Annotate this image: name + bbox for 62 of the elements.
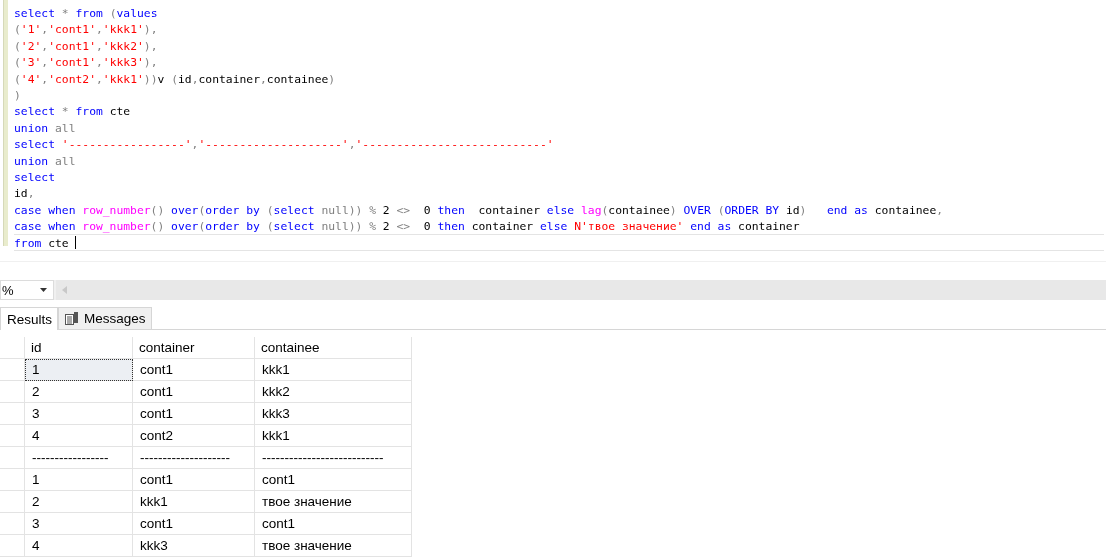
row-header[interactable] xyxy=(0,513,25,535)
code-line: union all xyxy=(14,119,76,137)
code-line: ('1','cont1','kkk1'), xyxy=(14,21,158,38)
table-cell: 1 xyxy=(25,469,133,491)
row-header[interactable] xyxy=(0,491,25,513)
code-line: select * from cte xyxy=(14,103,131,120)
table-cell: kkk3 xyxy=(255,403,412,425)
row-header[interactable] xyxy=(0,381,25,403)
row-header[interactable] xyxy=(0,447,25,469)
table-cell: kkk1 xyxy=(133,491,255,513)
table-cell: cont1 xyxy=(255,513,412,535)
table-cell: 3 xyxy=(25,403,133,425)
table-cell: kkk2 xyxy=(255,381,412,403)
table-cell: 4 xyxy=(25,425,133,447)
table-cell: cont1 xyxy=(133,381,255,403)
table-cell: kkk1 xyxy=(255,359,412,381)
code-line: union all xyxy=(14,152,76,169)
code-line: select * from (values xyxy=(14,5,158,22)
left-arrow-icon xyxy=(62,286,67,294)
table-cell: твое значение xyxy=(255,491,412,513)
table-cell: cont1 xyxy=(133,513,255,535)
table-cell: 3 xyxy=(25,513,133,535)
table-cell: -------------------- xyxy=(133,447,255,469)
tab[interactable]: Messages xyxy=(58,307,152,329)
table-cell: cont1 xyxy=(133,403,255,425)
scrollbar[interactable] xyxy=(56,280,1106,300)
zoom-dropdown[interactable]: % xyxy=(0,280,54,300)
code-line: case when row_number() over(order by (select null)) % 2 <> 0 then container else N'твое значение' end as container xyxy=(14,218,800,235)
document-icon xyxy=(65,312,79,325)
text-cursor xyxy=(75,236,77,250)
column-header[interactable]: containee xyxy=(255,337,412,359)
row-header[interactable] xyxy=(0,469,25,491)
caret-icon xyxy=(40,288,47,292)
code-line: ) xyxy=(14,86,21,104)
table-cell: kkk1 xyxy=(255,425,412,447)
code-line: id, xyxy=(14,185,35,202)
table-cell: 2 xyxy=(25,491,133,513)
table-cell: cont2 xyxy=(133,425,255,447)
code-line: from cte xyxy=(14,234,70,252)
code-line: select '-----------------','--------------------','---------------------------' xyxy=(14,136,554,153)
table-cell: 4 xyxy=(25,535,133,557)
row-header[interactable] xyxy=(0,403,25,425)
table-cell: 1 xyxy=(25,359,133,381)
code-line: ('4','cont2','kkk1'))v (id,container,containee) xyxy=(14,70,336,87)
code-line: select xyxy=(14,168,55,186)
code-line: ('3','cont1','kkk3'), xyxy=(14,54,158,71)
table-cell: cont1 xyxy=(255,469,412,491)
table-cell: kkk3 xyxy=(133,535,255,557)
tab[interactable]: Results xyxy=(0,307,58,330)
code-line: ('2','cont1','kkk2'), xyxy=(14,37,158,55)
table-cell: --------------------------- xyxy=(255,447,412,469)
table-cell: твое значение xyxy=(255,535,412,557)
table-cell: 2 xyxy=(25,381,133,403)
table-cell: cont1 xyxy=(133,469,255,491)
corner-cell xyxy=(0,337,25,359)
row-header[interactable] xyxy=(0,535,25,557)
code-line: case when row_number() over(order by (select null)) % 2 <> 0 then container else lag(containee) OVER (ORDER BY id) end as containee, xyxy=(14,201,944,219)
table-cell: ----------------- xyxy=(25,447,133,469)
row-header[interactable] xyxy=(0,425,25,447)
table-cell: cont1 xyxy=(133,359,255,381)
column-header[interactable]: container xyxy=(133,337,255,359)
code-editor[interactable] xyxy=(0,0,1106,262)
